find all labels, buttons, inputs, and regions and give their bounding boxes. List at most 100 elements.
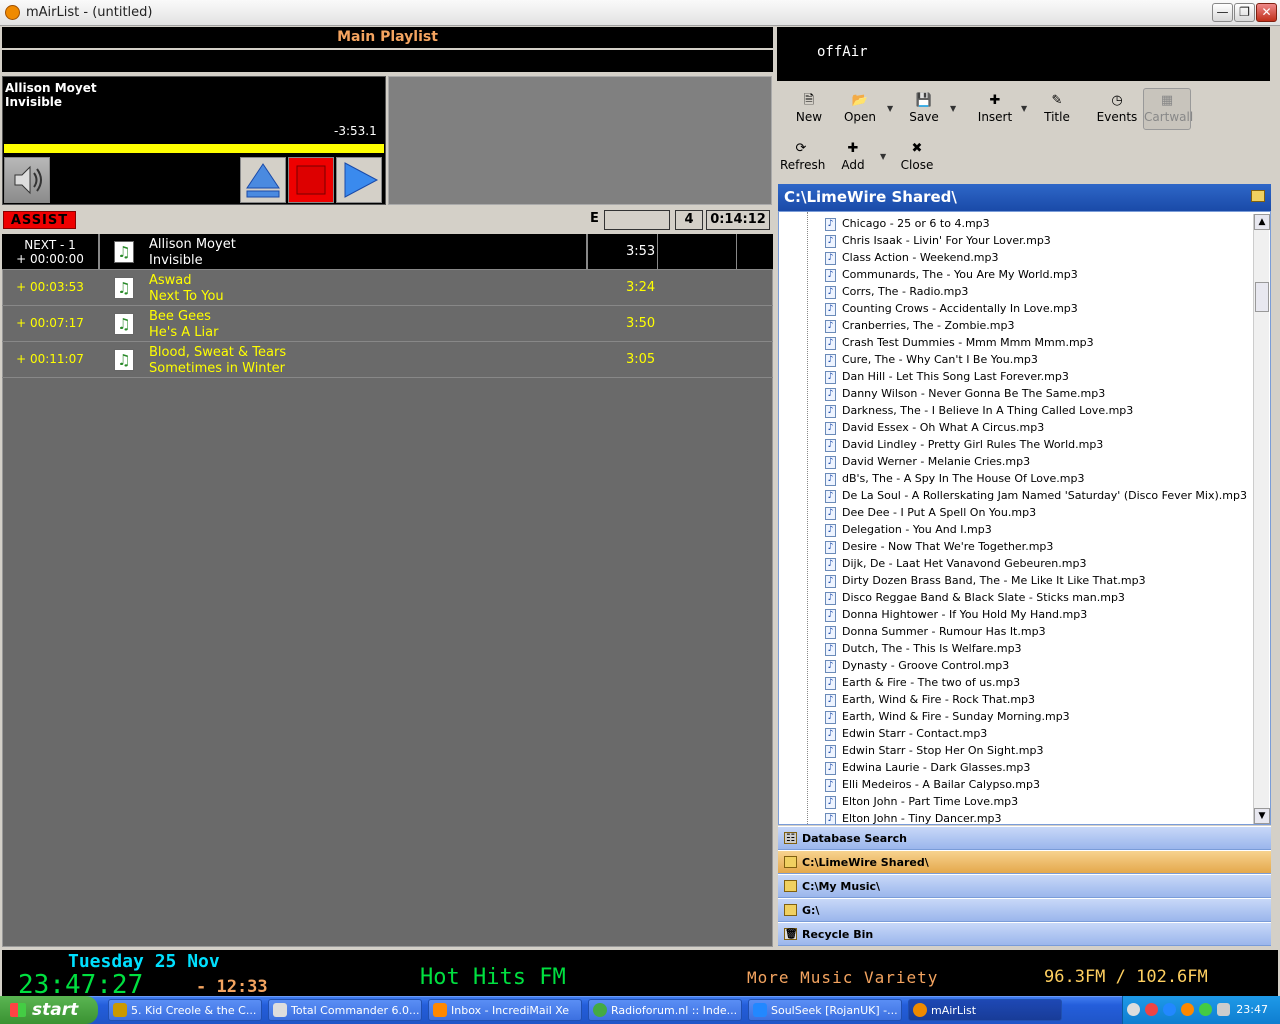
events-button[interactable]: ◷ Events [1096,94,1138,125]
eject-button[interactable] [240,157,286,203]
add-button[interactable]: ✚ Add [834,142,872,173]
file-item[interactable]: ♪ Dijk, De - Laat Het Vanavond Gebeuren.m… [825,555,1086,572]
e-label: E [590,211,599,226]
file-item[interactable]: ♪ Communards, The - You Are My World.mp3 [825,266,1078,283]
file-item[interactable]: ♪ Dutch, The - This Is Welfare.mp3 [825,640,1022,657]
file-item[interactable]: ♪ Dan Hill - Let This Song Last Forever.m… [825,368,1069,385]
file-item[interactable]: ♪ dB's, The - A Spy In The House Of Love.… [825,470,1085,487]
file-item[interactable]: ♪ Class Action - Weekend.mp3 [825,249,999,266]
file-item[interactable]: ♪ Dynasty - Groove Control.mp3 [825,657,1009,674]
file-item[interactable]: ♪ De La Soul - A Rollerskating Jam Named … [825,487,1247,504]
refresh-button[interactable]: ⟳ Refresh [780,142,825,173]
volume-button[interactable] [4,157,50,203]
file-item[interactable]: ♪ Chris Isaak - Livin' For Your Lover.mp3 [825,232,1051,249]
tray-mail-icon[interactable] [1181,1003,1194,1016]
play-icon [344,162,379,198]
add-dropdown-arrow[interactable]: ▼ [880,152,886,161]
cartwall-button[interactable]: ▦ Cartwall [1143,88,1193,130]
new-button[interactable]: 🗎 New [790,94,828,125]
assist-button[interactable]: ASSIST [3,211,76,229]
player-progress[interactable] [4,144,384,153]
file-item[interactable]: ♪ Edwin Starr - Contact.mp3 [825,725,987,742]
task-kid-creole[interactable]: 5. Kid Creole & the C... [108,999,262,1021]
file-item[interactable]: ♪ Disco Reggae Band & Black Slate - Stick… [825,589,1125,606]
file-name: Donna Hightower - If You Hold My Hand.mp… [842,608,1088,621]
scroll-down-button[interactable]: ▼ [1254,808,1270,824]
file-item[interactable]: ♪ Delegation - You And I.mp3 [825,521,992,538]
file-item[interactable]: ♪ David Werner - Melanie Cries.mp3 [825,453,1030,470]
save-button[interactable]: 💾 Save [904,93,944,125]
file-item[interactable]: ♪ Earth, Wind & Fire - Sunday Morning.mp3 [825,708,1070,725]
file-item[interactable]: ♪ Elton John - Part Time Love.mp3 [825,793,1018,810]
media-player-icon [113,1003,127,1017]
file-item[interactable]: ♪ Cure, The - Why Can't I Be You.mp3 [825,351,1038,368]
file-item[interactable]: ♪ David Essex - Oh What A Circus.mp3 [825,419,1044,436]
play-button[interactable] [336,157,382,203]
audio-file-icon: ♪ [825,234,836,248]
open-button[interactable]: 📂 Open [840,94,880,125]
music-note-icon: ♫ [114,349,134,371]
scroll-up-button[interactable]: ▲ [1254,214,1270,230]
file-item[interactable]: ♪ Chicago - 25 or 6 to 4.mp3 [825,215,990,232]
stop-button[interactable] [288,157,334,203]
insert-button[interactable]: ✚ Insert [974,94,1016,125]
maximize-button[interactable]: ❐ [1234,3,1255,22]
file-item[interactable]: ♪ Desire - Now That We're Together.mp3 [825,538,1053,555]
close-button[interactable]: ✖ Close [898,142,936,173]
file-item[interactable]: ♪ Counting Crows - Accidentally In Love.m… [825,300,1078,317]
file-item[interactable]: ♪ Earth, Wind & Fire - Rock That.mp3 [825,691,1035,708]
file-item[interactable]: ♪ Danny Wilson - Never Gonna Be The Same.… [825,385,1105,402]
task-soulseek[interactable]: SoulSeek [RojanUK] -... [748,999,902,1021]
task-radioforum[interactable]: Radioforum.nl :: Inde... [588,999,742,1021]
task-total-commander[interactable]: Total Commander 6.0... [268,999,422,1021]
file-item[interactable]: ♪ Edwin Starr - Stop Her On Sight.mp3 [825,742,1044,759]
minimize-button[interactable]: — [1212,3,1233,22]
secondary-player-panel [388,76,772,205]
tray-soulseek-icon[interactable] [1163,1003,1176,1016]
file-item[interactable]: ♪ Donna Hightower - If You Hold My Hand.m… [825,606,1087,623]
file-item[interactable]: ♪ Dirty Dozen Brass Band, The - Me Like I… [825,572,1146,589]
file-item[interactable]: ♪ Crash Test Dummies - Mmm Mmm Mmm.mp3 [825,334,1094,351]
file-item[interactable]: ♪ Donna Summer - Rumour Has It.mp3 [825,623,1046,640]
music-note-icon: ♫ [114,241,134,263]
audio-file-icon: ♪ [825,421,836,435]
playlist-row[interactable]: + 00:03:53 ♫ Aswad Next To You 3:24 [2,270,773,306]
save-disk-icon: 💾 [915,93,933,108]
tray-microphone-icon[interactable] [1217,1003,1230,1016]
playlist-row[interactable]: + 00:07:17 ♫ Bee Gees He's A Liar 3:50 [2,306,773,342]
playlist-row[interactable]: + 00:11:07 ♫ Blood, Sweat & Tears Someti… [2,342,773,378]
title-button[interactable]: ✎ Title [1038,94,1076,125]
file-name: Cranberries, The - Zombie.mp3 [842,319,1015,332]
audio-file-icon: ♪ [825,795,836,809]
file-item[interactable]: ♪ Edwina Laurie - Dark Glasses.mp3 [825,759,1030,776]
file-list-scrollbar[interactable]: ▲ ▼ [1253,214,1270,824]
scroll-thumb[interactable] [1255,282,1269,312]
insert-dropdown-arrow[interactable]: ▼ [1021,104,1027,113]
close-window-button[interactable]: ✕ [1256,3,1277,22]
nav-my-music[interactable]: C:\My Music\ [778,874,1271,898]
start-button[interactable]: start [0,996,98,1024]
task-mairlist[interactable]: mAirList [908,999,1062,1021]
file-name: Dynasty - Groove Control.mp3 [842,659,1010,672]
file-item[interactable]: ♪ Elli Medeiros - A Bailar Calypso.mp3 [825,776,1040,793]
file-item[interactable]: ♪ Earth & Fire - The two of us.mp3 [825,674,1020,691]
file-item[interactable]: ♪ Cranberries, The - Zombie.mp3 [825,317,1014,334]
save-dropdown-arrow[interactable]: ▼ [950,104,956,113]
task-incredimail[interactable]: Inbox - IncrediMail Xe [428,999,582,1021]
nav-limewire-shared[interactable]: C:\LimeWire Shared\ [778,850,1271,874]
file-item[interactable]: ♪ Darkness, The - I Believe In A Thing Ca… [825,402,1133,419]
file-item[interactable]: ♪ Elton John - Tiny Dancer.mp3 [825,810,1002,824]
tray-messenger-icon[interactable] [1199,1003,1212,1016]
speaker-icon [14,165,42,195]
playlist-row-next[interactable]: NEXT - 1 + 00:00:00 ♫ Allison Moyet Invis… [2,234,773,270]
tray-arrow-icon[interactable] [1127,1003,1140,1016]
file-item[interactable]: ♪ Corrs, The - Radio.mp3 [825,283,968,300]
nav-g-drive[interactable]: G:\ [778,898,1271,922]
nav-recycle-bin[interactable]: 🗑 Recycle Bin [778,922,1271,946]
tray-network-icon[interactable] [1145,1003,1158,1016]
file-name: Disco Reggae Band & Black Slate - Sticks… [842,591,1125,604]
nav-database-search[interactable]: ☷ Database Search [778,826,1271,850]
file-item[interactable]: ♪ Dee Dee - I Put A Spell On You.mp3 [825,504,1036,521]
open-dropdown-arrow[interactable]: ▼ [887,104,893,113]
file-item[interactable]: ♪ David Lindley - Pretty Girl Rules The W… [825,436,1103,453]
